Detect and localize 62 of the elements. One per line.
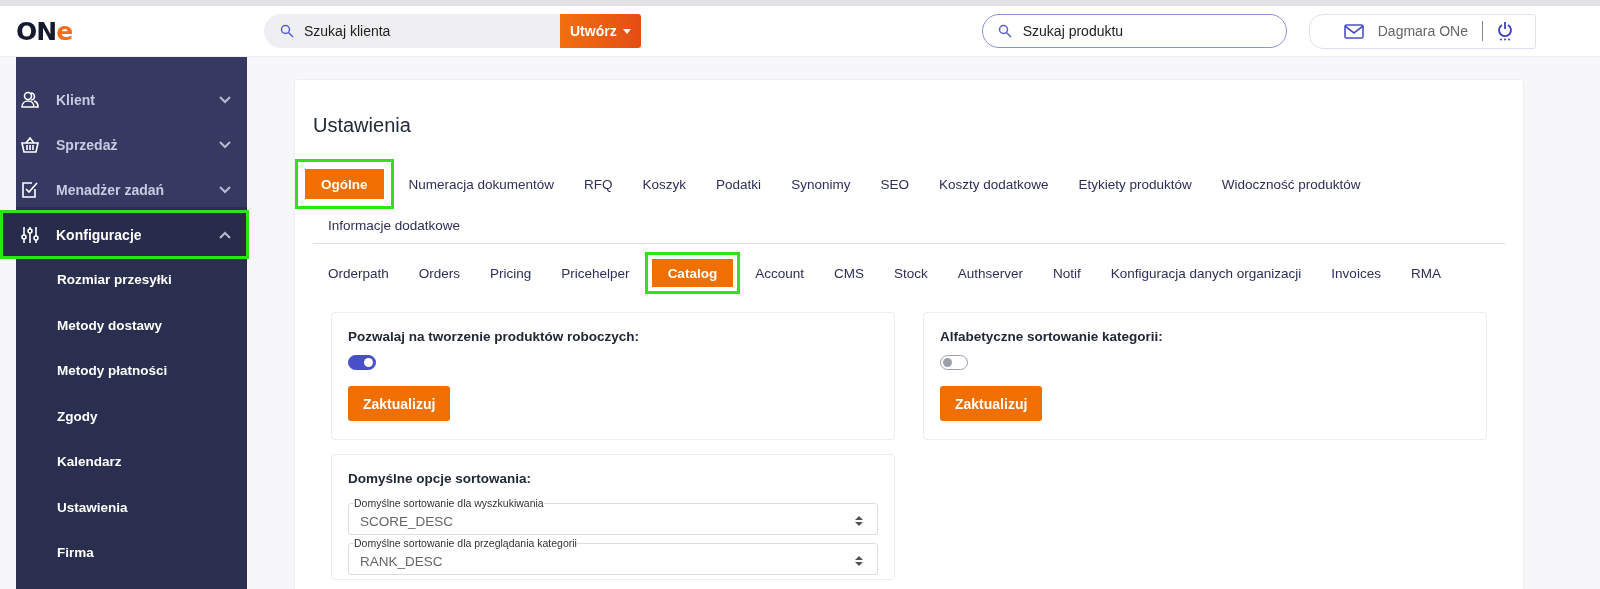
sidebar-subitem[interactable]: Metody płatności <box>16 348 247 394</box>
tab[interactable]: Etykiety produktów <box>1063 168 1207 200</box>
tab[interactable]: Podatki <box>701 168 777 200</box>
sidebar-item[interactable]: Klient <box>16 77 247 122</box>
sidebar-item[interactable]: Konfiguracje <box>2 212 247 257</box>
tab[interactable]: Invoices <box>1316 257 1396 289</box>
sidebar-subitem[interactable]: Rozmiar przesyłki <box>16 257 247 303</box>
tab[interactable]: Numeracja dokumentów <box>393 168 570 200</box>
card-title: Alfabetyczne sortowanie kategorii: <box>940 329 1164 344</box>
toggle-switch[interactable] <box>348 355 376 370</box>
power-icon[interactable] <box>1497 21 1513 41</box>
logo: ONe <box>16 16 74 46</box>
card-title: Domyślne opcje sortowania: <box>348 471 533 486</box>
chevron-down-icon <box>219 95 231 104</box>
caret-icon <box>622 28 631 34</box>
tab[interactable]: Informacje dodatkowe <box>313 209 476 241</box>
field-label: Domyślne sortowanie dla przeglądania kategorii <box>354 537 577 549</box>
tab[interactable]: Konfiguracja danych organizacji <box>1095 257 1317 289</box>
chevron-down-icon <box>219 185 231 194</box>
select-value: RANK_DESC <box>360 553 444 569</box>
field-label: Domyślne sortowanie dla wyszkukiwania <box>354 497 544 509</box>
tab[interactable]: Notif <box>1037 257 1096 289</box>
tab[interactable]: Orderpath <box>313 257 404 289</box>
tab[interactable]: Authserver <box>942 257 1038 289</box>
card-title: Pozwalaj na tworzenie produktów roboczych: <box>348 329 641 344</box>
tab[interactable]: Orders <box>403 257 476 289</box>
chevron-up-icon <box>219 230 231 239</box>
toggle-switch[interactable] <box>940 355 968 370</box>
sidebar-item[interactable]: Sprzedaż <box>16 122 247 167</box>
tab[interactable]: RMA <box>1395 257 1456 289</box>
tab[interactable]: CMS <box>818 257 879 289</box>
tab[interactable]: Koszyk <box>627 168 702 200</box>
sidebar-subitem[interactable]: Metody dostawy <box>16 302 247 348</box>
sort-arrows-icon <box>855 515 863 527</box>
checkbox-icon <box>20 179 40 200</box>
tab[interactable]: Stock <box>878 257 943 289</box>
tab[interactable]: SEO <box>865 168 924 200</box>
sidebar-subitem[interactable]: Zgody <box>16 393 247 439</box>
users-icon <box>20 89 40 110</box>
search-icon <box>997 24 1012 38</box>
product-search-field[interactable]: Szukaj produktu <box>981 14 1287 48</box>
chevron-down-icon <box>219 140 231 149</box>
user-name: Dagmara ONe <box>1377 23 1468 39</box>
mail-icon[interactable] <box>1343 23 1364 39</box>
sidebar-item[interactable]: Menadżer zadań <box>16 167 247 212</box>
sliders-icon <box>20 224 40 245</box>
page-title: Ustawienia <box>313 114 412 137</box>
tab[interactable]: Pricing <box>475 257 547 289</box>
client-search-field[interactable]: Szukaj klienta <box>264 14 560 48</box>
search-icon <box>280 24 294 38</box>
sidebar-subitem[interactable]: Kalendarz <box>16 439 247 485</box>
sort-arrows-icon <box>855 555 863 567</box>
sidebar-subitem[interactable]: Firma <box>16 530 247 576</box>
tab[interactable]: Widoczność produktów <box>1206 168 1376 200</box>
sidebar-subitem[interactable]: Ustawienia <box>16 484 247 530</box>
tab[interactable]: Koszty dodatkowe <box>923 168 1064 200</box>
tab[interactable]: Account <box>740 257 819 289</box>
select-value: SCORE_DESC <box>360 513 455 529</box>
basket-icon <box>20 134 40 155</box>
tab[interactable]: RFQ <box>569 168 628 200</box>
tab[interactable]: Pricehelper <box>546 257 645 289</box>
tab[interactable]: Synonimy <box>776 168 866 200</box>
